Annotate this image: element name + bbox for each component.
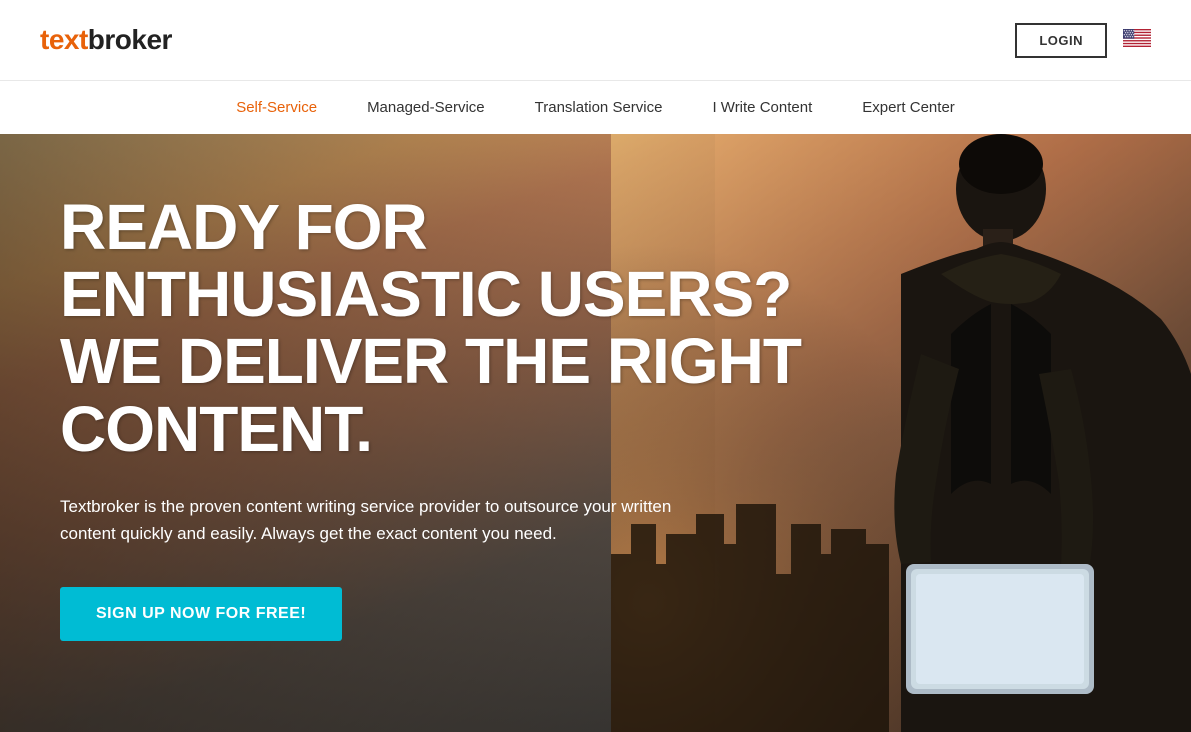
hero-title: READY FOR ENTHUSIASTIC USERS? WE DELIVER… [60,194,840,463]
hero-content: READY FOR ENTHUSIASTIC USERS? WE DELIVER… [0,134,1191,732]
hero-section: READY FOR ENTHUSIASTIC USERS? WE DELIVER… [0,134,1191,732]
logo-text-part2: broker [88,24,172,55]
nav-item-expert-center[interactable]: Expert Center [862,99,955,116]
login-button[interactable]: LOGIN [1015,23,1107,58]
nav-item-managed-service[interactable]: Managed-Service [367,99,485,116]
header: textbroker LOGIN ★ ★ ★ ★ ★ ★ [0,0,1191,80]
logo[interactable]: textbroker [40,24,172,56]
hero-subtitle: Textbroker is the proven content writing… [60,493,700,547]
signup-button[interactable]: SIGN UP NOW FOR FREE! [60,587,342,641]
nav-item-i-write-content[interactable]: I Write Content [712,99,812,116]
logo-text-part1: text [40,24,88,55]
main-nav: Self-Service Managed-Service Translation… [0,80,1191,134]
nav-item-translation-service[interactable]: Translation Service [535,99,663,116]
flag-icon: ★ ★ ★ ★ ★ ★ ★ ★ ★ ★ ★ ★ ★ ★ ★ ★ ★ [1123,29,1151,52]
nav-item-self-service[interactable]: Self-Service [236,99,317,116]
header-right: LOGIN ★ ★ ★ ★ ★ ★ ★ ★ [1015,23,1151,58]
